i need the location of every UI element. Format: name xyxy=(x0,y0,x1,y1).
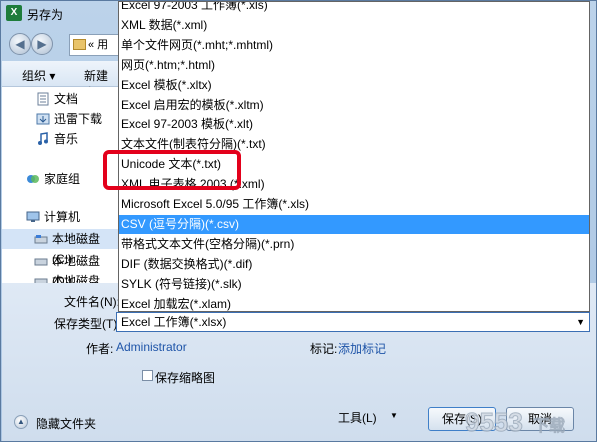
navigation-pane: 文档 迅雷下载 音乐 家庭组 计算机 本地磁盘 (C:) 本地磁盘 (D:) 本… xyxy=(2,87,118,288)
thumbnail-label: 保存缩略图 xyxy=(155,371,216,385)
filetype-option[interactable]: Excel 加载宏(*.xlam) xyxy=(119,295,589,312)
window-title: 另存为 xyxy=(27,8,64,22)
thumbnail-checkbox[interactable] xyxy=(142,370,153,381)
filetype-option[interactable]: Excel 模板(*.xltx) xyxy=(119,76,589,95)
drive-icon xyxy=(34,258,48,266)
nav-item-homegroup[interactable]: 家庭组 xyxy=(2,169,118,189)
address-text: « 用 xyxy=(88,39,109,51)
hide-folders-label: 隐藏文件夹 xyxy=(36,417,97,431)
chevron-down-icon: ▼ xyxy=(390,411,398,420)
drive-icon xyxy=(34,235,48,244)
filetype-option[interactable]: Excel 97-2003 模板(*.xlt) xyxy=(119,115,589,134)
toolbar: 组织 ▾ 新建文 xyxy=(2,61,118,100)
nav-item-downloads[interactable]: 迅雷下载 xyxy=(2,109,118,129)
chevron-up-icon: ▲ xyxy=(14,415,28,429)
filetype-option[interactable]: 网页(*.htm;*.html) xyxy=(119,56,589,75)
tools-button[interactable]: 工具(L) xyxy=(338,409,377,426)
filetype-option[interactable]: 单个文件网页(*.mht;*.mhtml) xyxy=(119,36,589,55)
nav-item-label: 家庭组 xyxy=(44,172,81,186)
author-value[interactable]: Administrator xyxy=(116,340,187,354)
filetype-label: 保存类型(T): xyxy=(54,317,121,331)
title-bar: X 另存为 xyxy=(1,1,121,27)
forward-button[interactable]: ▶ xyxy=(31,33,53,55)
arrow-right-icon: ▶ xyxy=(37,37,47,51)
nav-item-music[interactable]: 音乐 xyxy=(2,129,118,149)
svg-text:下载: 下载 xyxy=(533,416,565,435)
nav-item-label: 计算机 xyxy=(44,210,81,224)
nav-item-drive-e[interactable]: 本地磁盘 (E:) xyxy=(2,271,118,283)
nav-item-label: 迅雷下载 xyxy=(54,112,103,126)
filetype-option[interactable]: CSV (逗号分隔)(*.csv) xyxy=(119,214,589,234)
filetype-option[interactable]: Excel 启用宏的模板(*.xltm) xyxy=(119,96,589,115)
nav-item-label: 本地磁盘 (E:) xyxy=(52,274,101,283)
annotation-highlight xyxy=(103,150,241,190)
download-icon xyxy=(36,113,50,125)
folder-icon xyxy=(73,39,86,50)
svg-text:9553: 9553 xyxy=(465,407,523,437)
nav-item-label: 文档 xyxy=(54,92,79,106)
filename-label: 文件名(N): xyxy=(64,295,120,309)
document-icon xyxy=(37,92,49,106)
back-button[interactable]: ◀ xyxy=(9,33,31,55)
homegroup-icon xyxy=(27,175,39,183)
nav-item-drive-c[interactable]: 本地磁盘 (C:) xyxy=(2,229,118,266)
organize-button[interactable]: 组织 ▾ xyxy=(22,67,55,84)
filetype-option[interactable]: SYLK (符号链接)(*.slk) xyxy=(119,275,589,294)
filetype-select[interactable]: Excel 工作簿(*.xlsx) ▼ xyxy=(116,312,590,332)
chevron-down-icon: ▼ xyxy=(576,317,585,327)
arrow-left-icon: ◀ xyxy=(15,37,25,51)
filetype-option[interactable]: XML 数据(*.xml) xyxy=(119,16,589,35)
drive-icon xyxy=(34,278,48,283)
save-as-dialog: X 另存为 ◀ ▶ « 用 组织 ▾ 新建文 文档 迅雷下载 xyxy=(0,0,597,442)
address-bar[interactable]: « 用 xyxy=(69,34,123,56)
nav-item-drive-d[interactable]: 本地磁盘 (D:) xyxy=(2,251,118,288)
nav-item-label: 音乐 xyxy=(54,132,79,146)
excel-icon: X xyxy=(6,5,22,21)
nav-item-documents[interactable]: 文档 xyxy=(2,89,118,109)
author-label: 作者: xyxy=(86,342,114,356)
computer-icon xyxy=(26,211,40,222)
filetype-option[interactable]: 带格式文本文件(空格分隔)(*.prn) xyxy=(119,235,589,254)
nav-item-computer[interactable]: 计算机 xyxy=(2,207,118,227)
navigation-bar: ◀ ▶ « 用 xyxy=(7,31,123,57)
watermark-logo: 9553 下载 xyxy=(465,407,566,438)
tags-label: 标记: xyxy=(310,342,338,356)
filetype-option[interactable]: Excel 97-2003 工作簿(*.xls) xyxy=(119,2,589,15)
filetype-option[interactable]: DIF (数据交换格式)(*.dif) xyxy=(119,255,589,274)
filetype-value: Excel 工作簿(*.xlsx) xyxy=(121,315,227,329)
tags-value[interactable]: 添加标记 xyxy=(338,340,386,357)
filetype-option[interactable]: Microsoft Excel 5.0/95 工作簿(*.xls) xyxy=(119,195,589,214)
music-icon xyxy=(38,132,48,145)
